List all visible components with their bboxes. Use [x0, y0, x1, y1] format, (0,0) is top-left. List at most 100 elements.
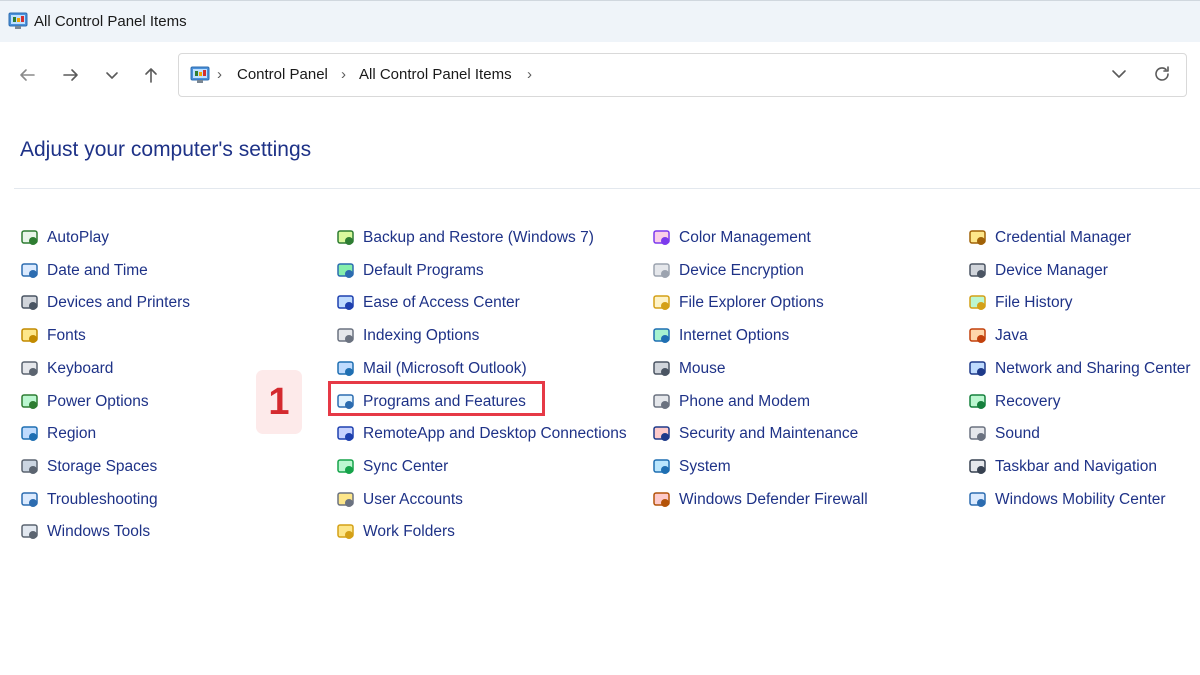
control-panel-item-network-and-sharing-center[interactable]: Network and Sharing Center — [968, 356, 1191, 382]
control-panel-item-backup-and-restore-windows-7[interactable]: Backup and Restore (Windows 7) — [336, 225, 594, 251]
monitor-icon — [652, 457, 672, 477]
control-panel-item-device-encryption[interactable]: Device Encryption — [652, 258, 804, 284]
fonts-icon — [20, 326, 40, 346]
control-panel-item-sound[interactable]: Sound — [968, 421, 1040, 447]
control-panel-item-autoplay[interactable]: AutoPlay — [20, 225, 109, 251]
up-button[interactable] — [136, 60, 166, 90]
taskbar-icon — [968, 457, 988, 477]
item-label: AutoPlay — [47, 229, 110, 246]
control-panel-item-file-history[interactable]: File History — [968, 290, 1073, 316]
control-panel-item-user-accounts[interactable]: User Accounts — [336, 487, 463, 513]
troubleshoot-icon — [20, 490, 40, 510]
control-panel-item-windows-defender-firewall[interactable]: Windows Defender Firewall — [652, 487, 868, 513]
divider — [14, 188, 1200, 189]
accessibility-icon — [336, 293, 356, 313]
control-panel-items: AutoPlay Date and Time Devices and Printer… — [0, 222, 1200, 562]
recent-locations-button[interactable] — [97, 60, 127, 90]
breadcrumb-separator[interactable]: › — [527, 66, 532, 83]
control-panel-item-storage-spaces[interactable]: Storage Spaces — [20, 454, 157, 480]
control-panel-item-phone-and-modem[interactable]: Phone and Modem — [652, 389, 810, 415]
item-label: Device Encryption — [679, 261, 804, 279]
folder-options-icon — [652, 293, 672, 313]
item-label: File History — [995, 294, 1073, 312]
control-panel-item-recovery[interactable]: Recovery — [968, 389, 1060, 415]
mobility-icon — [968, 490, 988, 510]
mouse-icon — [652, 359, 672, 379]
item-label: User Accounts — [363, 490, 463, 508]
firewall-icon — [652, 490, 672, 510]
back-button[interactable] — [12, 60, 42, 90]
folder-icon — [336, 522, 356, 542]
control-panel-item-mail-microsoft-outlook[interactable]: Mail (Microsoft Outlook) — [336, 356, 527, 382]
item-label: Devices and Printers — [47, 294, 191, 312]
chevron-down-icon — [106, 72, 118, 79]
item-label: Sound — [995, 425, 1040, 443]
users-icon — [336, 490, 356, 510]
control-panel-item-region[interactable]: Region — [20, 421, 96, 447]
item-label: Fonts — [47, 327, 86, 345]
item-label: Region — [47, 425, 97, 443]
arrow-left-icon — [20, 69, 35, 81]
item-label: Indexing Options — [363, 327, 480, 345]
device-manager-icon — [968, 261, 988, 281]
control-panel-item-ease-of-access-center[interactable]: Ease of Access Center — [336, 290, 520, 316]
default-programs-icon — [336, 261, 356, 281]
control-panel-item-internet-options[interactable]: Internet Options — [652, 323, 789, 349]
breadcrumb-control-panel[interactable]: Control Panel — [237, 66, 328, 83]
control-panel-item-default-programs[interactable]: Default Programs — [336, 258, 484, 284]
item-label: Mouse — [679, 359, 726, 377]
control-panel-icon — [8, 12, 28, 35]
mail-icon — [336, 359, 356, 379]
refresh-button[interactable] — [1152, 64, 1172, 89]
control-panel-item-keyboard[interactable]: Keyboard — [20, 356, 113, 382]
item-label: Windows Tools — [47, 523, 151, 541]
forward-button[interactable] — [56, 60, 86, 90]
address-bar[interactable]: › Control Panel › All Control Panel Item… — [178, 53, 1187, 97]
power-icon — [20, 392, 40, 412]
control-panel-item-windows-mobility-center[interactable]: Windows Mobility Center — [968, 487, 1166, 513]
control-panel-item-fonts[interactable]: Fonts — [20, 323, 86, 349]
item-label: Backup and Restore (Windows 7) — [363, 229, 594, 246]
indexing-icon — [336, 326, 356, 346]
item-label: Taskbar and Navigation — [995, 457, 1157, 475]
breadcrumb-all-items[interactable]: All Control Panel Items — [359, 66, 512, 83]
control-panel-item-credential-manager[interactable]: Credential Manager — [968, 225, 1131, 251]
control-panel-item-windows-tools[interactable]: Windows Tools — [20, 519, 150, 545]
credential-icon — [968, 228, 988, 248]
control-panel-item-date-and-time[interactable]: Date and Time — [20, 258, 148, 284]
window-title: All Control Panel Items — [34, 13, 187, 30]
item-label: Power Options — [47, 392, 149, 410]
autoplay-icon — [20, 228, 40, 248]
control-panel-item-file-explorer-options[interactable]: File Explorer Options — [652, 290, 824, 316]
breadcrumb-separator[interactable]: › — [341, 66, 346, 83]
control-panel-item-color-management[interactable]: Color Management — [652, 225, 811, 251]
item-label: Recovery — [995, 392, 1061, 410]
control-panel-item-troubleshooting[interactable]: Troubleshooting — [20, 487, 158, 513]
item-label: Windows Mobility Center — [995, 490, 1166, 508]
backup-icon — [336, 228, 356, 248]
control-panel-item-system[interactable]: System — [652, 454, 731, 480]
item-label: RemoteApp and Desktop Connections — [363, 425, 627, 443]
item-label: Credential Manager — [995, 229, 1132, 246]
control-panel-item-power-options[interactable]: Power Options — [20, 389, 149, 415]
keyboard-icon — [20, 359, 40, 379]
control-panel-item-mouse[interactable]: Mouse — [652, 356, 726, 382]
address-dropdown-button[interactable] — [1109, 64, 1129, 89]
item-label: Color Management — [679, 229, 811, 246]
control-panel-item-taskbar-and-navigation[interactable]: Taskbar and Navigation — [968, 454, 1157, 480]
control-panel-item-security-and-maintenance[interactable]: Security and Maintenance — [652, 421, 858, 447]
control-panel-item-remoteapp-and-desktop-connections[interactable]: RemoteApp and Desktop Connections — [336, 421, 627, 447]
item-label: Phone and Modem — [679, 392, 810, 410]
control-panel-item-device-manager[interactable]: Device Manager — [968, 258, 1108, 284]
item-label: Windows Defender Firewall — [679, 490, 868, 508]
item-label: Storage Spaces — [47, 457, 158, 475]
internet-icon — [652, 326, 672, 346]
arrow-up-icon — [145, 68, 157, 83]
control-panel-item-java[interactable]: Java — [968, 323, 1028, 349]
control-panel-item-sync-center[interactable]: Sync Center — [336, 454, 448, 480]
control-panel-item-indexing-options[interactable]: Indexing Options — [336, 323, 479, 349]
date-time-icon — [20, 261, 40, 281]
control-panel-item-devices-and-printers[interactable]: Devices and Printers — [20, 290, 190, 316]
control-panel-item-work-folders[interactable]: Work Folders — [336, 519, 455, 545]
item-label: Default Programs — [363, 261, 484, 279]
